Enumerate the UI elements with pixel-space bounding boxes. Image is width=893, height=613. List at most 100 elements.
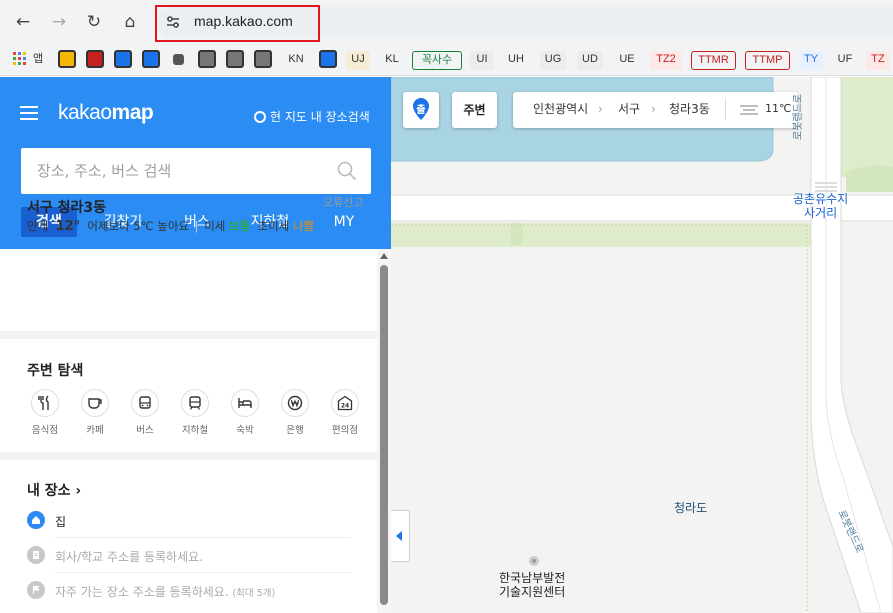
category-restaurant[interactable]: 음식점 xyxy=(25,389,65,436)
bookmarks-bar: 앱 KN UJ KL 꼭사수 UI UH UG UD UE TZ2 TTMR T… xyxy=(0,44,893,76)
bookmark-uf[interactable]: UF xyxy=(833,51,857,70)
bookmark-ui[interactable]: UI xyxy=(470,51,494,70)
kakaomap-logo[interactable]: kakaomap xyxy=(58,101,154,125)
bookmark-tz2[interactable]: TZ2 xyxy=(650,51,682,70)
category-bus[interactable]: 버스 xyxy=(125,389,165,436)
bookmark-icon-7[interactable] xyxy=(226,50,244,68)
breadcrumb-district[interactable]: 서구 xyxy=(618,92,640,126)
logo-light-text: kakao xyxy=(58,101,112,124)
work-place-label: 회사/학교 주소를 등록하세요. xyxy=(55,550,203,564)
chevron-right-icon: › xyxy=(598,102,603,116)
bookmark-uh[interactable]: UH xyxy=(503,51,529,70)
won-icon xyxy=(287,395,303,411)
row-divider xyxy=(55,572,351,573)
map-canvas[interactable]: 출 주변 인천광역시 › 서구 › 청라3동 11℃ 공촌유수지 사거리 청라도… xyxy=(391,77,893,613)
category-label: 카페 xyxy=(86,425,104,436)
intersection-label[interactable]: 공촌유수지 사거리 xyxy=(793,192,848,220)
bookmark-ue[interactable]: UE xyxy=(614,51,640,70)
my-place-home[interactable]: 집 xyxy=(27,511,357,537)
svg-text:24: 24 xyxy=(341,403,349,410)
search-input[interactable] xyxy=(21,148,321,194)
fog-icon xyxy=(740,105,758,115)
bookmark-kn[interactable]: KN xyxy=(282,51,310,70)
home-icon[interactable]: ⌂ xyxy=(118,10,142,34)
bookmark-uj[interactable]: UJ xyxy=(346,51,370,70)
bookmark-icon-6[interactable] xyxy=(198,50,216,68)
store-24-icon: 24 xyxy=(337,395,353,411)
category-bank[interactable]: 은행 xyxy=(275,389,315,436)
region-breadcrumb: 인천광역시 › 서구 › 청라3동 11℃ xyxy=(513,92,798,128)
bookmark-icon-1[interactable] xyxy=(58,50,76,68)
weather-compare: 어제보다 5℃ 높아요 xyxy=(87,219,189,233)
work-place-icon xyxy=(27,546,45,564)
search-icon[interactable] xyxy=(337,161,357,181)
breadcrumb-dong[interactable]: 청라3동 xyxy=(669,92,710,126)
logo-bold-text: map xyxy=(111,101,154,124)
reload-icon[interactable]: ↻ xyxy=(82,10,106,34)
ultrafine-dust-value: 나쁨 xyxy=(292,219,315,233)
bookmark-apps[interactable]: 앱 xyxy=(33,51,43,70)
weather-temp: 12° xyxy=(55,219,81,234)
category-label: 편의점 xyxy=(331,425,359,436)
category-subway[interactable]: 지하철 xyxy=(175,389,215,436)
home-place-icon xyxy=(27,511,45,529)
chevron-left-icon xyxy=(396,531,402,541)
bookmark-tz[interactable]: TZ xyxy=(866,51,890,70)
category-convenience-store[interactable]: 24 편의점 xyxy=(325,389,365,436)
bookmark-kl[interactable]: KL xyxy=(380,51,404,70)
frequent-place-note: (최대 5개) xyxy=(232,588,276,599)
bed-icon xyxy=(238,398,252,408)
bookmark-ud[interactable]: UD xyxy=(577,51,603,70)
forward-icon[interactable]: → xyxy=(47,10,71,34)
frequent-place-label: 자주 가는 장소 주소를 등록하세요. xyxy=(55,585,229,599)
report-error-link[interactable]: 오류신고 xyxy=(323,194,363,210)
back-icon[interactable]: ← xyxy=(11,10,35,34)
bookmark-icon-4[interactable] xyxy=(142,50,160,68)
radio-icon[interactable] xyxy=(254,111,266,123)
tab-my[interactable]: MY xyxy=(318,207,370,237)
category-label: 숙박 xyxy=(236,425,254,436)
flag-place-icon xyxy=(27,581,45,599)
start-point-button[interactable]: 출 xyxy=(403,92,439,128)
cafe-icon xyxy=(88,398,102,409)
scroll-thumb[interactable] xyxy=(380,265,388,605)
bus-icon xyxy=(139,396,151,409)
bookmark-icon-5[interactable] xyxy=(173,54,184,65)
nearby-title: 주변 탐색 xyxy=(27,363,84,379)
bookmark-icon-8[interactable] xyxy=(254,50,272,68)
facility-label[interactable]: 한국남부발전 기술지원센터 xyxy=(499,571,565,599)
apps-grid-icon[interactable] xyxy=(13,52,27,66)
bookmark-ttmr[interactable]: TTMR xyxy=(691,51,736,70)
url-highlight-box xyxy=(155,5,320,42)
start-chip-label: 출 xyxy=(416,105,426,116)
bookmark-ttmp[interactable]: TTMP xyxy=(745,51,790,70)
facility-subname: 기술지원센터 xyxy=(499,585,566,599)
map-tiles[interactable] xyxy=(391,77,893,613)
my-places-title[interactable]: 내 장소 › xyxy=(27,480,81,500)
ultrafine-dust-label: 초미세 xyxy=(257,219,290,233)
bookmark-ty[interactable]: TY xyxy=(799,51,823,70)
category-cafe[interactable]: 카페 xyxy=(75,389,115,436)
bookmark-icon-9[interactable] xyxy=(319,50,337,68)
intersection-name: 공촌유수지 xyxy=(793,192,849,206)
nearby-button[interactable]: 주변 xyxy=(452,92,497,128)
bookmark-kkoksasu[interactable]: 꼭사수 xyxy=(412,51,462,70)
bookmark-icon-2[interactable] xyxy=(86,50,104,68)
weather-condition: 안개 xyxy=(27,219,49,233)
my-place-frequent[interactable]: 자주 가는 장소 주소를 등록하세요. (최대 5개) xyxy=(27,581,357,607)
my-place-work[interactable]: 회사/학교 주소를 등록하세요. xyxy=(27,546,357,572)
browser-toolbar: ← → ↻ ⌂ map.kakao.com xyxy=(0,0,893,44)
local-search-toggle[interactable]: 현 지도 내 장소검색 xyxy=(254,108,370,125)
bookmark-ug[interactable]: UG xyxy=(540,51,566,70)
panel-scrollbar[interactable] xyxy=(377,249,391,613)
bookmark-icon-3[interactable] xyxy=(114,50,132,68)
map-temperature: 11℃ xyxy=(765,102,792,115)
weather-info: 안개 12° 어제보다 5℃ 높아요 | 미세 보통 초미세 나쁨 xyxy=(27,219,315,234)
breadcrumb-city[interactable]: 인천광역시 xyxy=(533,92,588,126)
scroll-up-icon[interactable] xyxy=(380,253,388,259)
collapse-panel-button[interactable] xyxy=(391,510,410,562)
menu-icon[interactable] xyxy=(20,106,38,120)
category-lodging[interactable]: 숙박 xyxy=(225,389,265,436)
district-label[interactable]: 청라도 xyxy=(674,499,707,516)
row-divider xyxy=(55,537,351,538)
